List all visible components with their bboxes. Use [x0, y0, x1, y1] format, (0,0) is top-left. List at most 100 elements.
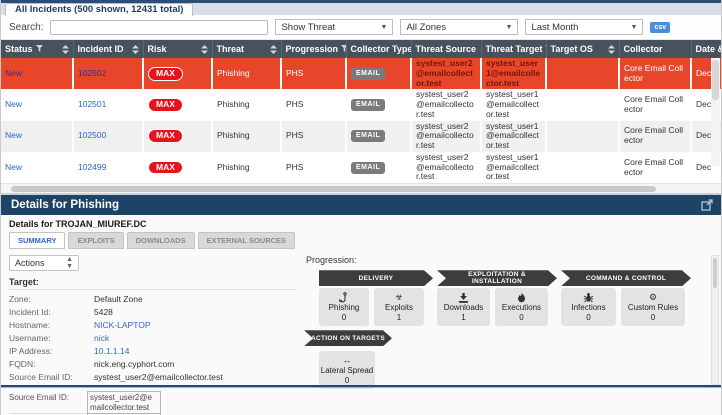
- filter-funnel-icon[interactable]: [341, 45, 346, 53]
- field-value: Default Zone: [94, 294, 143, 304]
- target-os-cell: [546, 152, 619, 183]
- column-header-collector[interactable]: Collector: [619, 40, 691, 58]
- progression-label: Progression:: [306, 255, 357, 265]
- table-row[interactable]: New 102499 MAX Phishing PHS EMAIL systes…: [1, 152, 722, 183]
- threat-filter-select[interactable]: Show Threat ▼: [275, 19, 393, 35]
- field-source-email-id: Source Email ID: systest_user2@emailcoll…: [9, 391, 169, 414]
- collector-type-badge: EMAIL: [351, 130, 385, 142]
- incident-id-link[interactable]: 102499: [78, 162, 106, 172]
- sort-icon[interactable]: [201, 45, 208, 54]
- tab-all-incidents[interactable]: All Incidents (500 shown, 12431 total): [5, 3, 193, 16]
- sort-icon[interactable]: [270, 45, 277, 54]
- phishing-hook-icon: [339, 292, 349, 303]
- column-header-target-os[interactable]: Target OS: [546, 40, 619, 58]
- chevron-down-icon: ▼: [381, 24, 388, 31]
- column-header-collector-type[interactable]: Collector Type: [346, 40, 411, 58]
- target-os-cell: [546, 58, 619, 89]
- stage-banner-delivery: DELIVERY: [319, 270, 433, 286]
- progression-cell: PHS: [281, 152, 346, 183]
- table-vertical-scrollbar[interactable]: [711, 58, 720, 166]
- column-header-threat-target[interactable]: Threat Target: [481, 40, 546, 58]
- card-label: Lateral Spread: [321, 366, 373, 376]
- card-count: 0: [586, 313, 590, 323]
- progression-card-infections[interactable]: Infections 0: [561, 288, 616, 326]
- stage-banner-action-on-targets: ACTION ON TARGETS: [304, 330, 392, 346]
- collector-cell: Core Email Collector: [619, 58, 691, 89]
- time-filter-select[interactable]: Last Month ▼: [525, 19, 643, 35]
- threat-cell: Phishing: [212, 152, 281, 183]
- incident-id-link[interactable]: 102502: [78, 68, 106, 78]
- field-zone: Zone:Default Zone: [9, 292, 296, 305]
- risk-badge: MAX: [148, 98, 183, 112]
- column-header-progression[interactable]: Progression: [281, 40, 346, 58]
- column-header-threat[interactable]: Threat: [212, 40, 281, 58]
- tab-summary[interactable]: SUMMARY: [9, 232, 65, 249]
- details-tabs: SUMMARY EXPLOITS DOWNLOADS EXTERNAL SOUR…: [9, 232, 295, 249]
- progression-card-executions[interactable]: Executions 0: [495, 288, 548, 326]
- search-input[interactable]: [50, 20, 268, 35]
- ip-address-link[interactable]: 10.1.1.14: [94, 346, 129, 356]
- column-header-status[interactable]: Status: [1, 40, 73, 58]
- column-header-incident-id[interactable]: Incident ID: [73, 40, 143, 58]
- popout-icon[interactable]: [701, 198, 714, 211]
- threat-target-cell: systest_user1@emailcollector.test: [481, 58, 546, 89]
- target-os-cell: [546, 89, 619, 120]
- field-value: systest_user2@emailcollector.test: [87, 391, 161, 414]
- sort-icon[interactable]: [608, 45, 615, 54]
- target-fields: Zone:Default Zone Incident Id:5428 Hostn…: [9, 292, 296, 383]
- column-header-risk[interactable]: Risk: [143, 40, 212, 58]
- actions-dropdown[interactable]: Actions ▲▼: [9, 255, 79, 271]
- filter-funnel-icon[interactable]: [36, 45, 43, 53]
- table-row[interactable]: New 102502 MAX Phishing PHS EMAIL systes…: [1, 58, 722, 89]
- scrollbar-thumb[interactable]: [713, 258, 717, 288]
- sort-icon[interactable]: [132, 45, 139, 54]
- details-subtitle: Details for TROJAN_MIUREF.DC: [9, 219, 147, 229]
- card-count: 0: [342, 313, 346, 323]
- status-link[interactable]: New: [5, 162, 22, 172]
- zone-filter-select[interactable]: All Zones ▼: [400, 19, 518, 35]
- table-row[interactable]: New 102501 MAX Phishing PHS EMAIL systes…: [1, 89, 722, 120]
- top-tab-strip: All Incidents (500 shown, 12431 total): [1, 0, 721, 15]
- threat-target-cell: systest_user1@emailcollector.test: [481, 121, 546, 152]
- column-header-threat-source[interactable]: Threat Source: [411, 40, 481, 58]
- progression-card-downloads[interactable]: Downloads 1: [437, 288, 490, 326]
- progression-card-lateral-spread[interactable]: ↔ Lateral Spread 0: [319, 351, 375, 389]
- collector-cell: Core Email Collector: [619, 152, 691, 183]
- status-link[interactable]: New: [5, 99, 22, 109]
- scrollbar-thumb[interactable]: [712, 60, 719, 100]
- card-count: 1: [397, 313, 401, 323]
- tab-downloads[interactable]: DOWNLOADS: [127, 232, 195, 249]
- tab-exploits[interactable]: EXPLOITS: [68, 232, 123, 249]
- section-divider: [1, 385, 722, 388]
- status-link[interactable]: New: [5, 68, 22, 78]
- threat-target-cell: systest_user1@emailcollector.test: [481, 152, 546, 183]
- tab-external-sources[interactable]: EXTERNAL SOURCES: [198, 232, 295, 249]
- progression-cell: PHS: [281, 89, 346, 120]
- field-value: 5428: [94, 307, 113, 317]
- incident-id-link[interactable]: 102501: [78, 99, 106, 109]
- details-panel-body: Details for TROJAN_MIUREF.DC SUMMARY EXP…: [1, 215, 721, 415]
- collector-cell: Core Email Collector: [619, 121, 691, 152]
- threat-cell: Phishing: [212, 121, 281, 152]
- bug-icon: [583, 292, 594, 303]
- progression-card-phishing[interactable]: Phishing 0: [319, 288, 369, 326]
- field-hostname: Hostname:NICK-LAPTOP: [9, 318, 296, 331]
- table-row[interactable]: New 102500 MAX Phishing PHS EMAIL systes…: [1, 121, 722, 152]
- sort-icon[interactable]: [62, 45, 69, 54]
- card-count: 0: [651, 313, 655, 323]
- collector-type-badge: EMAIL: [351, 162, 385, 174]
- progression-card-custom-rules[interactable]: ⚙ Custom Rules 0: [621, 288, 685, 326]
- incident-id-link[interactable]: 102500: [78, 130, 106, 140]
- column-header-date[interactable]: Date &: [691, 40, 722, 58]
- csv-export-button[interactable]: csv: [650, 22, 670, 33]
- scrollbar-thumb[interactable]: [11, 186, 656, 192]
- field-value: nick.eng.cyphort.com: [94, 359, 174, 369]
- status-link[interactable]: New: [5, 130, 22, 140]
- hostname-link[interactable]: NICK-LAPTOP: [94, 320, 151, 330]
- progression-cell: PHS: [281, 58, 346, 89]
- username-link[interactable]: nick: [94, 333, 109, 343]
- actions-dropdown-value: Actions: [15, 258, 45, 268]
- table-horizontal-scrollbar[interactable]: [1, 183, 721, 193]
- progression-card-exploits[interactable]: ☣ Exploits 1: [374, 288, 424, 326]
- details-vertical-scrollbar[interactable]: [711, 255, 719, 385]
